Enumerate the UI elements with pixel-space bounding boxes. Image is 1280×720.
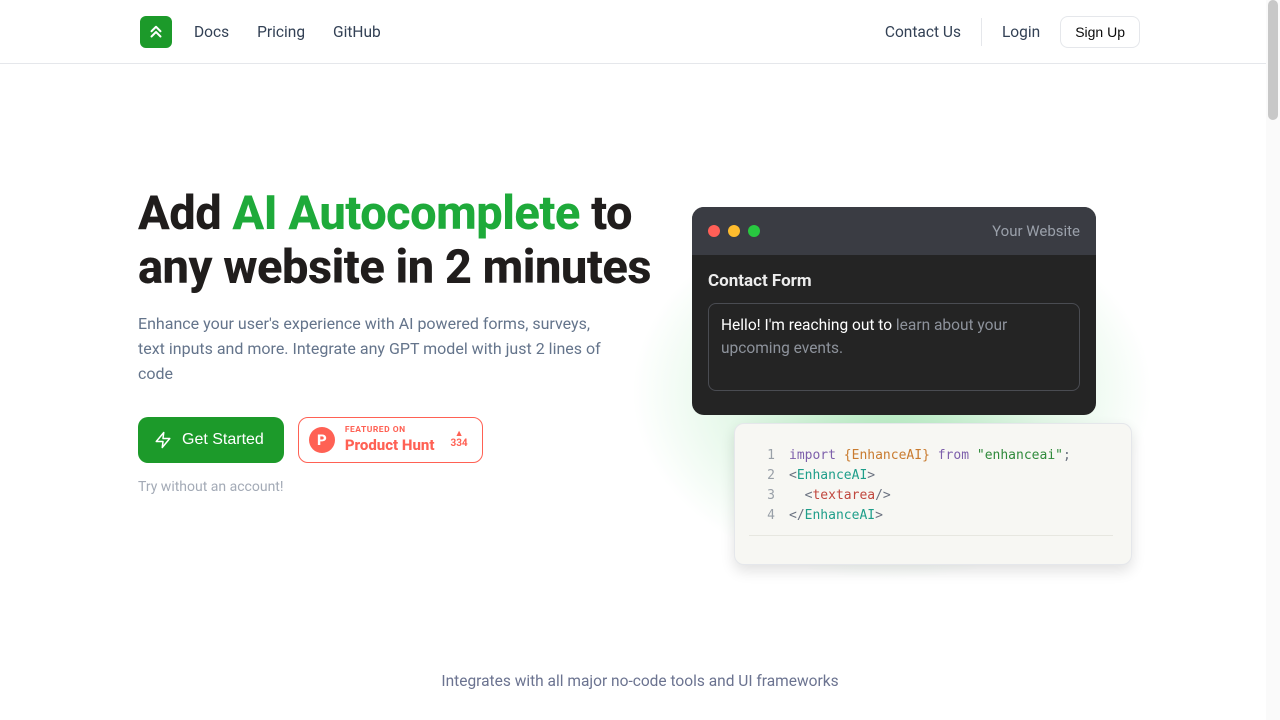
form-title: Contact Form xyxy=(708,271,1080,291)
code-token: "enhanceai" xyxy=(977,448,1063,463)
ph-featured-label: FEATURED ON xyxy=(345,426,435,435)
hero-right: Your Website Contact Form Hello! I'm rea… xyxy=(692,207,1142,415)
headline-accent: AI Autocomplete xyxy=(232,186,580,241)
code-snippet: 1import {EnhanceAI} from "enhanceai"; 2<… xyxy=(734,423,1132,565)
form-area: Contact Form Hello! I'm reaching out to … xyxy=(692,255,1096,415)
code-token: EnhanceAI xyxy=(852,448,922,463)
code-divider xyxy=(749,535,1113,536)
line-number: 1 xyxy=(749,446,775,466)
window-titlebar: Your Website xyxy=(692,207,1096,255)
close-dot-icon xyxy=(708,225,720,237)
code-token: import xyxy=(789,448,836,463)
nav-separator xyxy=(981,18,982,46)
headline-pre: Add xyxy=(138,186,232,241)
window-title: Your Website xyxy=(760,222,1080,240)
integrations-heading: Integrates with all major no-code tools … xyxy=(0,672,1280,690)
code-token: > xyxy=(867,468,875,483)
hero-left: Add AI Autocomplete to any website in 2 … xyxy=(138,187,658,495)
top-nav: Docs Pricing GitHub Contact Us Login Sig… xyxy=(0,0,1280,64)
get-started-label: Get Started xyxy=(182,431,264,449)
nav-github[interactable]: GitHub xyxy=(333,23,381,41)
code-token: EnhanceAI xyxy=(797,468,867,483)
nav-login[interactable]: Login xyxy=(1002,23,1040,41)
subheadline: Enhance your user's experience with AI p… xyxy=(138,312,606,386)
traffic-lights xyxy=(708,225,760,237)
code-token: ; xyxy=(1063,448,1071,463)
expand-dot-icon xyxy=(748,225,760,237)
ph-name: Product Hunt xyxy=(345,438,435,453)
code-token: </ xyxy=(789,508,805,523)
form-textarea[interactable]: Hello! I'm reaching out to learn about y… xyxy=(708,303,1080,391)
product-hunt-icon: P xyxy=(309,427,335,453)
demo-window: Your Website Contact Form Hello! I'm rea… xyxy=(692,207,1096,415)
try-note: Try without an account! xyxy=(138,479,658,495)
nav-pricing[interactable]: Pricing xyxy=(257,23,305,41)
line-number: 2 xyxy=(749,466,775,486)
cta-row: Get Started P FEATURED ON Product Hunt ▲… xyxy=(138,417,658,463)
code-token: > xyxy=(875,508,883,523)
headline: Add AI Autocomplete to any website in 2 … xyxy=(138,187,658,294)
code-token: { xyxy=(844,448,852,463)
double-chevron-up-icon xyxy=(147,23,165,41)
typed-text: Hello! I'm reaching out to xyxy=(721,316,896,334)
get-started-button[interactable]: Get Started xyxy=(138,417,284,463)
zap-icon xyxy=(154,431,172,449)
code-token: textarea xyxy=(812,488,875,503)
code-token: EnhanceAI xyxy=(805,508,875,523)
line-number: 4 xyxy=(749,506,775,526)
code-token: < xyxy=(789,468,797,483)
minimize-dot-icon xyxy=(728,225,740,237)
signup-button[interactable]: Sign Up xyxy=(1060,16,1140,48)
line-number: 3 xyxy=(749,486,775,506)
nav-right: Contact Us Login Sign Up xyxy=(885,16,1140,48)
code-token: /> xyxy=(875,488,891,503)
product-hunt-badge[interactable]: P FEATURED ON Product Hunt ▲ 334 xyxy=(298,417,483,463)
nav-docs[interactable]: Docs xyxy=(194,23,229,41)
ph-votes: 334 xyxy=(450,439,467,449)
nav-links: Docs Pricing GitHub xyxy=(194,22,405,41)
code-token: } xyxy=(922,448,930,463)
code-token: from xyxy=(938,448,969,463)
nav-contact[interactable]: Contact Us xyxy=(885,23,961,41)
brand-logo[interactable] xyxy=(140,16,172,48)
